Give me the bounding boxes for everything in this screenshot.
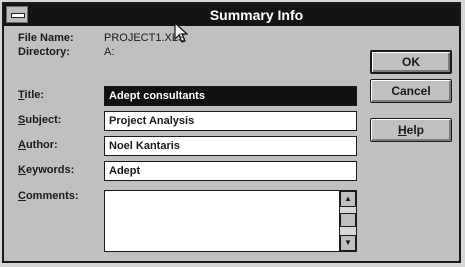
subject-field[interactable]: Project Analysis [104,111,357,131]
scroll-thumb[interactable] [340,213,356,227]
author-label: Author: [18,139,58,151]
help-button[interactable]: Help [370,118,452,142]
subject-label: Subject: [18,114,62,126]
scroll-up-arrow-icon[interactable]: ▲ [340,191,356,207]
title-field[interactable]: Adept consultants [104,86,357,106]
author-field[interactable]: Noel Kantaris [104,136,357,156]
comments-label: Comments: [18,190,79,202]
directory-value: A: [104,46,115,58]
summary-info-dialog: Summary Info File Name: PROJECT1.XLS Dir… [2,2,461,263]
file-name-value: PROJECT1.XLS [104,32,186,44]
keywords-label: Keywords: [18,164,75,176]
cancel-button[interactable]: Cancel [370,79,452,103]
comments-field[interactable]: ▲ ▼ [104,190,357,252]
keywords-field[interactable]: Adept [104,161,357,181]
title-label: Title: [18,89,45,101]
ok-button[interactable]: OK [370,50,452,74]
title-bar: Summary Info [4,4,459,26]
window-title: Summary Info [209,7,304,23]
directory-label: Directory: [18,46,70,58]
title-field-value: Adept consultants [105,87,356,105]
comments-scrollbar[interactable]: ▲ ▼ [339,191,356,251]
scroll-down-arrow-icon[interactable]: ▼ [340,235,356,251]
file-name-label: File Name: [18,32,74,44]
